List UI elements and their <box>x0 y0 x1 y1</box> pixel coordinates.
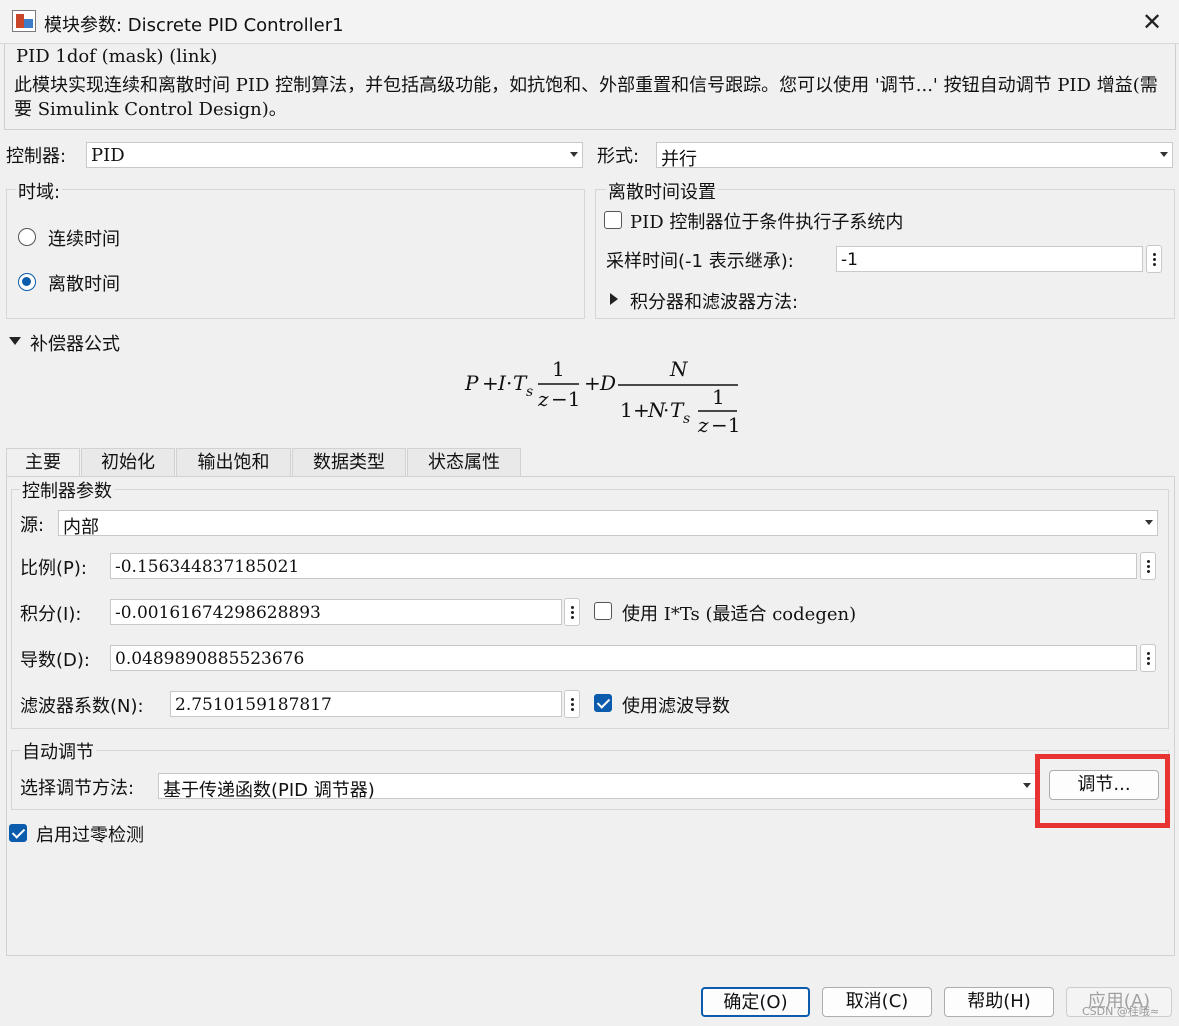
svg-text:+: + <box>584 371 601 395</box>
derivative-menu-button[interactable] <box>1140 644 1156 672</box>
source-value: 内部 <box>63 517 99 538</box>
svg-text:1: 1 <box>712 385 725 409</box>
integral-label: 积分(I): <box>20 604 82 625</box>
tab-initialization[interactable]: 初始化 <box>81 448 175 476</box>
integral-menu-button[interactable] <box>564 598 580 626</box>
mask-header: PID 1dof (mask) (link) <box>16 46 218 67</box>
svg-text:+: + <box>482 371 499 395</box>
use-filter-derivative-label: 使用滤波导数 <box>622 696 730 717</box>
controller-value: PID <box>91 145 125 166</box>
svg-text:1: 1 <box>620 398 633 422</box>
derivative-label: 导数(D): <box>20 650 90 671</box>
discrete-settings-title: 离散时间设置 <box>606 178 718 204</box>
chevron-down-icon <box>1023 783 1031 788</box>
use-its-checkbox[interactable] <box>594 602 612 620</box>
compensator-title[interactable]: 补偿器公式 <box>30 330 120 356</box>
radio-continuous[interactable] <box>18 228 36 246</box>
filter-coefficient-menu-button[interactable] <box>564 690 580 718</box>
form-value: 并行 <box>661 149 697 170</box>
controller-label: 控制器: <box>6 146 67 167</box>
svg-text:z: z <box>697 413 709 437</box>
derivative-value: 0.0489890885523676 <box>115 649 305 669</box>
sample-time-value: -1 <box>841 250 858 270</box>
radio-discrete[interactable] <box>18 273 36 291</box>
svg-text:D: D <box>599 371 616 395</box>
conditional-subsystem-label: PID 控制器位于条件执行子系统内 <box>630 212 904 233</box>
svg-text:·: · <box>663 398 669 422</box>
highlight-box <box>1035 754 1170 828</box>
proportional-input[interactable]: -0.156344837185021 <box>110 553 1137 579</box>
svg-text:z: z <box>537 387 549 411</box>
tuning-method-value: 基于传递函数(PID 调节器) <box>163 780 375 801</box>
compensator-formula: P + I · T s 1 z −1 + D N 1 + N · T s 1 z… <box>464 357 740 437</box>
tuning-method-dropdown[interactable]: 基于传递函数(PID 调节器) <box>158 773 1036 801</box>
svg-text:−1: −1 <box>711 413 740 437</box>
chevron-down-icon <box>1160 152 1168 157</box>
filter-coefficient-label: 滤波器系数(N): <box>20 696 144 717</box>
proportional-label: 比例(P): <box>20 558 87 579</box>
integral-input[interactable]: -0.00161674298628893 <box>110 599 562 625</box>
integral-value: -0.00161674298628893 <box>115 603 321 623</box>
autotune-title: 自动调节 <box>20 738 96 764</box>
derivative-input[interactable]: 0.0489890885523676 <box>110 645 1137 671</box>
controller-dropdown[interactable]: PID <box>86 142 583 168</box>
source-dropdown[interactable]: 内部 <box>58 510 1158 538</box>
svg-text:P: P <box>464 371 479 395</box>
proportional-menu-button[interactable] <box>1140 552 1156 580</box>
svg-text:·: · <box>506 371 512 395</box>
svg-text:s: s <box>526 384 533 400</box>
controller-params-title: 控制器参数 <box>20 477 114 503</box>
zero-crossing-label: 启用过零检测 <box>36 825 144 846</box>
time-domain-group <box>6 189 585 319</box>
filter-coefficient-input[interactable]: 2.7510159187817 <box>170 691 562 717</box>
filter-coefficient-value: 2.7510159187817 <box>175 695 332 715</box>
window-title: 模块参数: Discrete PID Controller1 <box>44 15 344 36</box>
block-description: 此模块实现连续和离散时间 PID 控制算法，并包括高级功能，如抗饱和、外部重置和… <box>14 75 1158 120</box>
chevron-down-icon <box>1145 520 1153 525</box>
source-label: 源: <box>20 515 45 536</box>
form-dropdown[interactable]: 并行 <box>656 142 1173 170</box>
tab-output-saturation[interactable]: 输出饱和 <box>176 448 291 476</box>
conditional-subsystem-checkbox[interactable] <box>604 211 622 229</box>
proportional-value: -0.156344837185021 <box>115 557 300 577</box>
sample-time-menu-button[interactable] <box>1146 245 1162 273</box>
sample-time-input[interactable]: -1 <box>836 246 1143 272</box>
tab-state-attributes[interactable]: 状态属性 <box>407 448 521 476</box>
radio-continuous-label: 连续时间 <box>48 229 120 250</box>
tab-main[interactable]: 主要 <box>6 448 80 478</box>
integrator-filter-method-label[interactable]: 积分器和滤波器方法: <box>630 288 798 314</box>
tab-data-types[interactable]: 数据类型 <box>292 448 406 476</box>
tuning-method-label: 选择调节方法: <box>20 778 135 799</box>
radio-discrete-label: 离散时间 <box>48 274 120 295</box>
form-label: 形式: <box>597 146 640 167</box>
time-domain-title: 时域: <box>16 178 63 204</box>
svg-text:s: s <box>683 411 690 427</box>
expand-triangle-icon[interactable] <box>610 293 618 305</box>
zero-crossing-checkbox[interactable] <box>9 824 27 842</box>
svg-text:−1: −1 <box>551 387 580 411</box>
ok-button[interactable]: 确定(O) <box>701 987 810 1017</box>
simulink-block-icon <box>12 10 36 32</box>
sample-time-label: 采样时间(-1 表示继承): <box>606 251 794 272</box>
svg-text:1: 1 <box>552 357 565 381</box>
svg-text:N: N <box>669 357 689 381</box>
cancel-button[interactable]: 取消(C) <box>822 987 932 1017</box>
collapse-triangle-icon[interactable] <box>9 337 21 345</box>
watermark: CSDN @桂哦≈ <box>1082 1005 1160 1018</box>
close-button[interactable]: ✕ <box>1132 6 1172 38</box>
help-button[interactable]: 帮助(H) <box>944 987 1054 1017</box>
chevron-down-icon <box>570 152 578 157</box>
use-its-label: 使用 I*Ts (最适合 codegen) <box>622 604 857 625</box>
use-filter-derivative-checkbox[interactable] <box>594 694 612 712</box>
